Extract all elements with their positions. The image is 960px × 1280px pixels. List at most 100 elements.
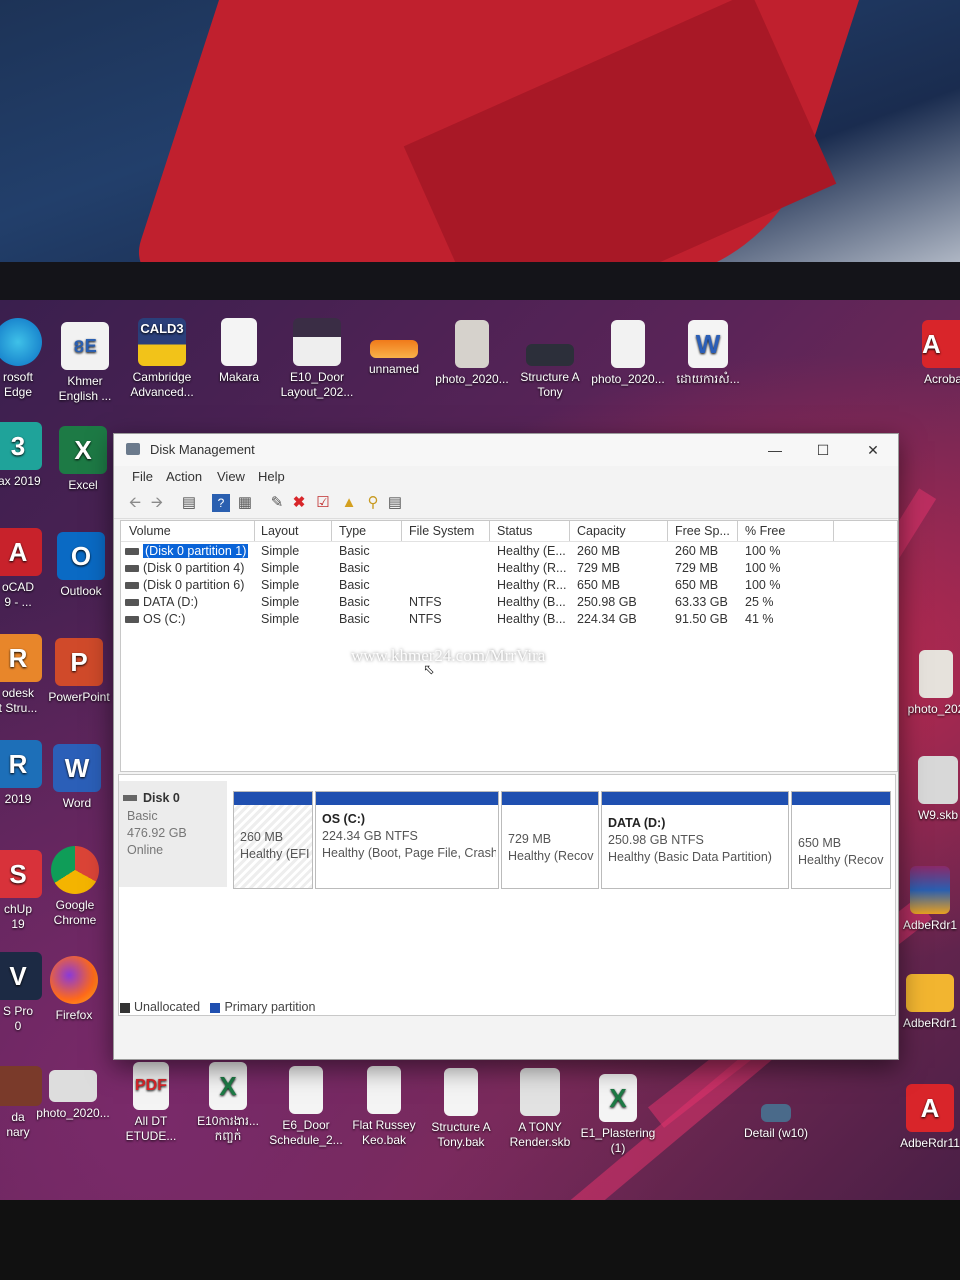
- volume-icon: [125, 548, 139, 556]
- disk-0-label[interactable]: Disk 0 Basic 476.92 GB Online: [119, 781, 227, 887]
- image-file-icon: [370, 340, 418, 358]
- col-volume[interactable]: Volume: [129, 524, 171, 538]
- desktop-icon-photo-1[interactable]: photo_2020...: [432, 320, 512, 387]
- delete-icon[interactable]: ✖: [290, 494, 308, 512]
- desktop-icon-khmer-english[interactable]: ខE Khmer English ...: [45, 322, 125, 404]
- partition-data-d[interactable]: DATA (D:) 250.98 GB NTFS Healthy (Basic …: [601, 791, 789, 889]
- desktop-icon-adberdr-installer[interactable]: A AdbeRdr11: [890, 1084, 960, 1151]
- volume-row[interactable]: (Disk 0 partition 4) Simple Basic Health…: [121, 560, 897, 577]
- desktop-icon-adberdr-folder[interactable]: AdbeRdr1: [890, 974, 960, 1031]
- image-file-icon: [526, 344, 574, 366]
- menu-file[interactable]: File: [132, 469, 153, 484]
- desktop-icon-photo-bottom[interactable]: photo_2020...: [33, 1070, 113, 1121]
- partition-efi[interactable]: 260 MB Healthy (EFI: [233, 791, 313, 889]
- menu-help[interactable]: Help: [258, 469, 285, 484]
- primary-partition-swatch: [210, 1002, 221, 1013]
- desktop-icon-tony-render[interactable]: A TONY Render.skb: [500, 1068, 580, 1150]
- desktop-icon-structure-a-tony[interactable]: Structure A Tony: [510, 344, 590, 400]
- desktop-icon-powerpoint[interactable]: P PowerPoint: [39, 638, 119, 705]
- image-file-icon: [455, 320, 489, 368]
- desktop-icon-adberdr-winrar[interactable]: AdbeRdr1: [890, 866, 960, 933]
- partition-recovery-729[interactable]: 729 MB Healthy (Recov: [501, 791, 599, 889]
- word-doc-icon: W: [688, 320, 728, 368]
- desktop-icon-w9-skb[interactable]: W9.skb: [898, 756, 960, 823]
- partition-os-c[interactable]: OS (C:) 224.34 GB NTFS Healthy (Boot, Pa…: [315, 791, 499, 889]
- window-title: Disk Management: [150, 442, 255, 457]
- col-status[interactable]: Status: [497, 524, 532, 538]
- folder-icon: [906, 974, 954, 1012]
- search-icon[interactable]: ⚲: [364, 494, 382, 512]
- sketchup-backup-icon: [918, 756, 958, 804]
- desktop-icon-word-khmer[interactable]: W ដោយការសំ...: [668, 320, 748, 387]
- volume-row[interactable]: (Disk 0 partition 1) Simple Basic Health…: [121, 543, 897, 560]
- desktop-icon-firefox[interactable]: Firefox: [34, 956, 114, 1023]
- volume-row[interactable]: (Disk 0 partition 6) Simple Basic Health…: [121, 577, 897, 594]
- autocad-icon: A: [0, 528, 42, 576]
- image-file-icon: [611, 320, 645, 368]
- col-type[interactable]: Type: [339, 524, 366, 538]
- minimize-button[interactable]: —: [752, 434, 798, 466]
- image-file-icon: [520, 1068, 560, 1116]
- maximize-button[interactable]: ☐: [800, 434, 846, 466]
- col-capacity[interactable]: Capacity: [577, 524, 626, 538]
- desktop-icon-e10-excel[interactable]: X E10ការងារ... កញ្ចក់: [188, 1062, 268, 1144]
- image-file-icon: [293, 318, 341, 366]
- col-free-space[interactable]: Free Sp...: [675, 524, 730, 538]
- volume-list-header: Volume Layout Type File System Status Ca…: [121, 521, 897, 542]
- desktop-icon-structure-bak[interactable]: Structure A Tony.bak: [421, 1068, 501, 1150]
- desktop-icon-all-dt-etude[interactable]: PDF All DT ETUDE...: [111, 1062, 191, 1144]
- pdf-icon: PDF: [133, 1062, 169, 1110]
- col-file-system[interactable]: File System: [409, 524, 474, 538]
- desktop-icon-detail-w10[interactable]: Detail (w10): [726, 1104, 826, 1141]
- close-button[interactable]: ✕: [850, 434, 896, 466]
- volume-row[interactable]: DATA (D:) Simple Basic NTFS Healthy (B..…: [121, 594, 897, 611]
- document-icon: [221, 318, 257, 366]
- desktop-icon-unnamed[interactable]: unnamed: [354, 340, 434, 377]
- back-arrow-icon[interactable]: 🡨: [126, 494, 144, 512]
- chrome-icon: [51, 846, 99, 894]
- volume-row[interactable]: OS (C:) Simple Basic NTFS Healthy (B... …: [121, 611, 897, 628]
- desktop-icon-flat-russey[interactable]: Flat Russey Keo.bak: [344, 1066, 424, 1148]
- volume-icon: [125, 565, 139, 573]
- connect-icon[interactable]: ✎: [268, 494, 286, 512]
- desktop-icon-outlook[interactable]: O Outlook: [41, 532, 121, 599]
- desktop-icon-chrome[interactable]: Google Chrome: [35, 846, 115, 928]
- desktop-icon-cambridge[interactable]: CALD3 Cambridge Advanced...: [122, 318, 202, 400]
- disk-management-window: Disk Management — ☐ ✕ File Action View H…: [113, 433, 899, 1060]
- desktop-icon-acrobat[interactable]: A Acroba: [906, 320, 960, 387]
- desktop-icon-makara[interactable]: Makara: [199, 318, 279, 385]
- desktop-icon-photo-2[interactable]: photo_2020...: [588, 320, 668, 387]
- check-icon[interactable]: ☑: [314, 494, 332, 512]
- acrobat-installer-icon: A: [906, 1084, 954, 1132]
- watermark-text: www.khmer24.com/MrrVira: [351, 646, 546, 665]
- winrar-icon: [910, 866, 950, 914]
- col-percent-free[interactable]: % Free: [745, 524, 785, 538]
- desktop-icon-e1-plastering[interactable]: X E1_Plastering (1): [578, 1074, 658, 1156]
- title-bar[interactable]: Disk Management — ☐ ✕: [114, 434, 898, 466]
- image-file-icon: [919, 650, 953, 698]
- mouse-cursor-icon: ⬁: [423, 661, 435, 677]
- volume-icon: [125, 599, 139, 607]
- monitor-bottom-bezel: [0, 1200, 960, 1280]
- desktop-icon-word[interactable]: W Word: [37, 744, 117, 811]
- properties-icon[interactable]: ▦: [236, 494, 254, 512]
- col-layout[interactable]: Layout: [261, 524, 299, 538]
- firefox-icon: [50, 956, 98, 1004]
- list-view-icon[interactable]: ▤: [386, 494, 404, 512]
- menu-view[interactable]: View: [217, 469, 245, 484]
- console-tree-icon[interactable]: ▤: [180, 494, 198, 512]
- desktop-icon-e10-door[interactable]: E10_Door Layout_202...: [277, 318, 357, 400]
- desktop-icon-e6-door[interactable]: E6_Door Schedule_2...: [266, 1066, 346, 1148]
- desktop-icon-excel[interactable]: X Excel: [43, 426, 123, 493]
- edge-icon: [0, 318, 42, 366]
- partition-legend: Unallocated Primary partition: [120, 1000, 315, 1014]
- desktop-icon-photo-right[interactable]: photo_202: [896, 650, 960, 717]
- partition-recovery-650[interactable]: 650 MB Healthy (Recov: [791, 791, 891, 889]
- menu-action[interactable]: Action: [166, 469, 202, 484]
- help-icon[interactable]: ?: [212, 494, 230, 512]
- outlook-icon: O: [57, 532, 105, 580]
- export-icon[interactable]: ▲: [340, 494, 358, 512]
- revit-icon: R: [0, 740, 42, 788]
- forward-arrow-icon[interactable]: 🡪: [148, 494, 166, 512]
- word-icon: W: [53, 744, 101, 792]
